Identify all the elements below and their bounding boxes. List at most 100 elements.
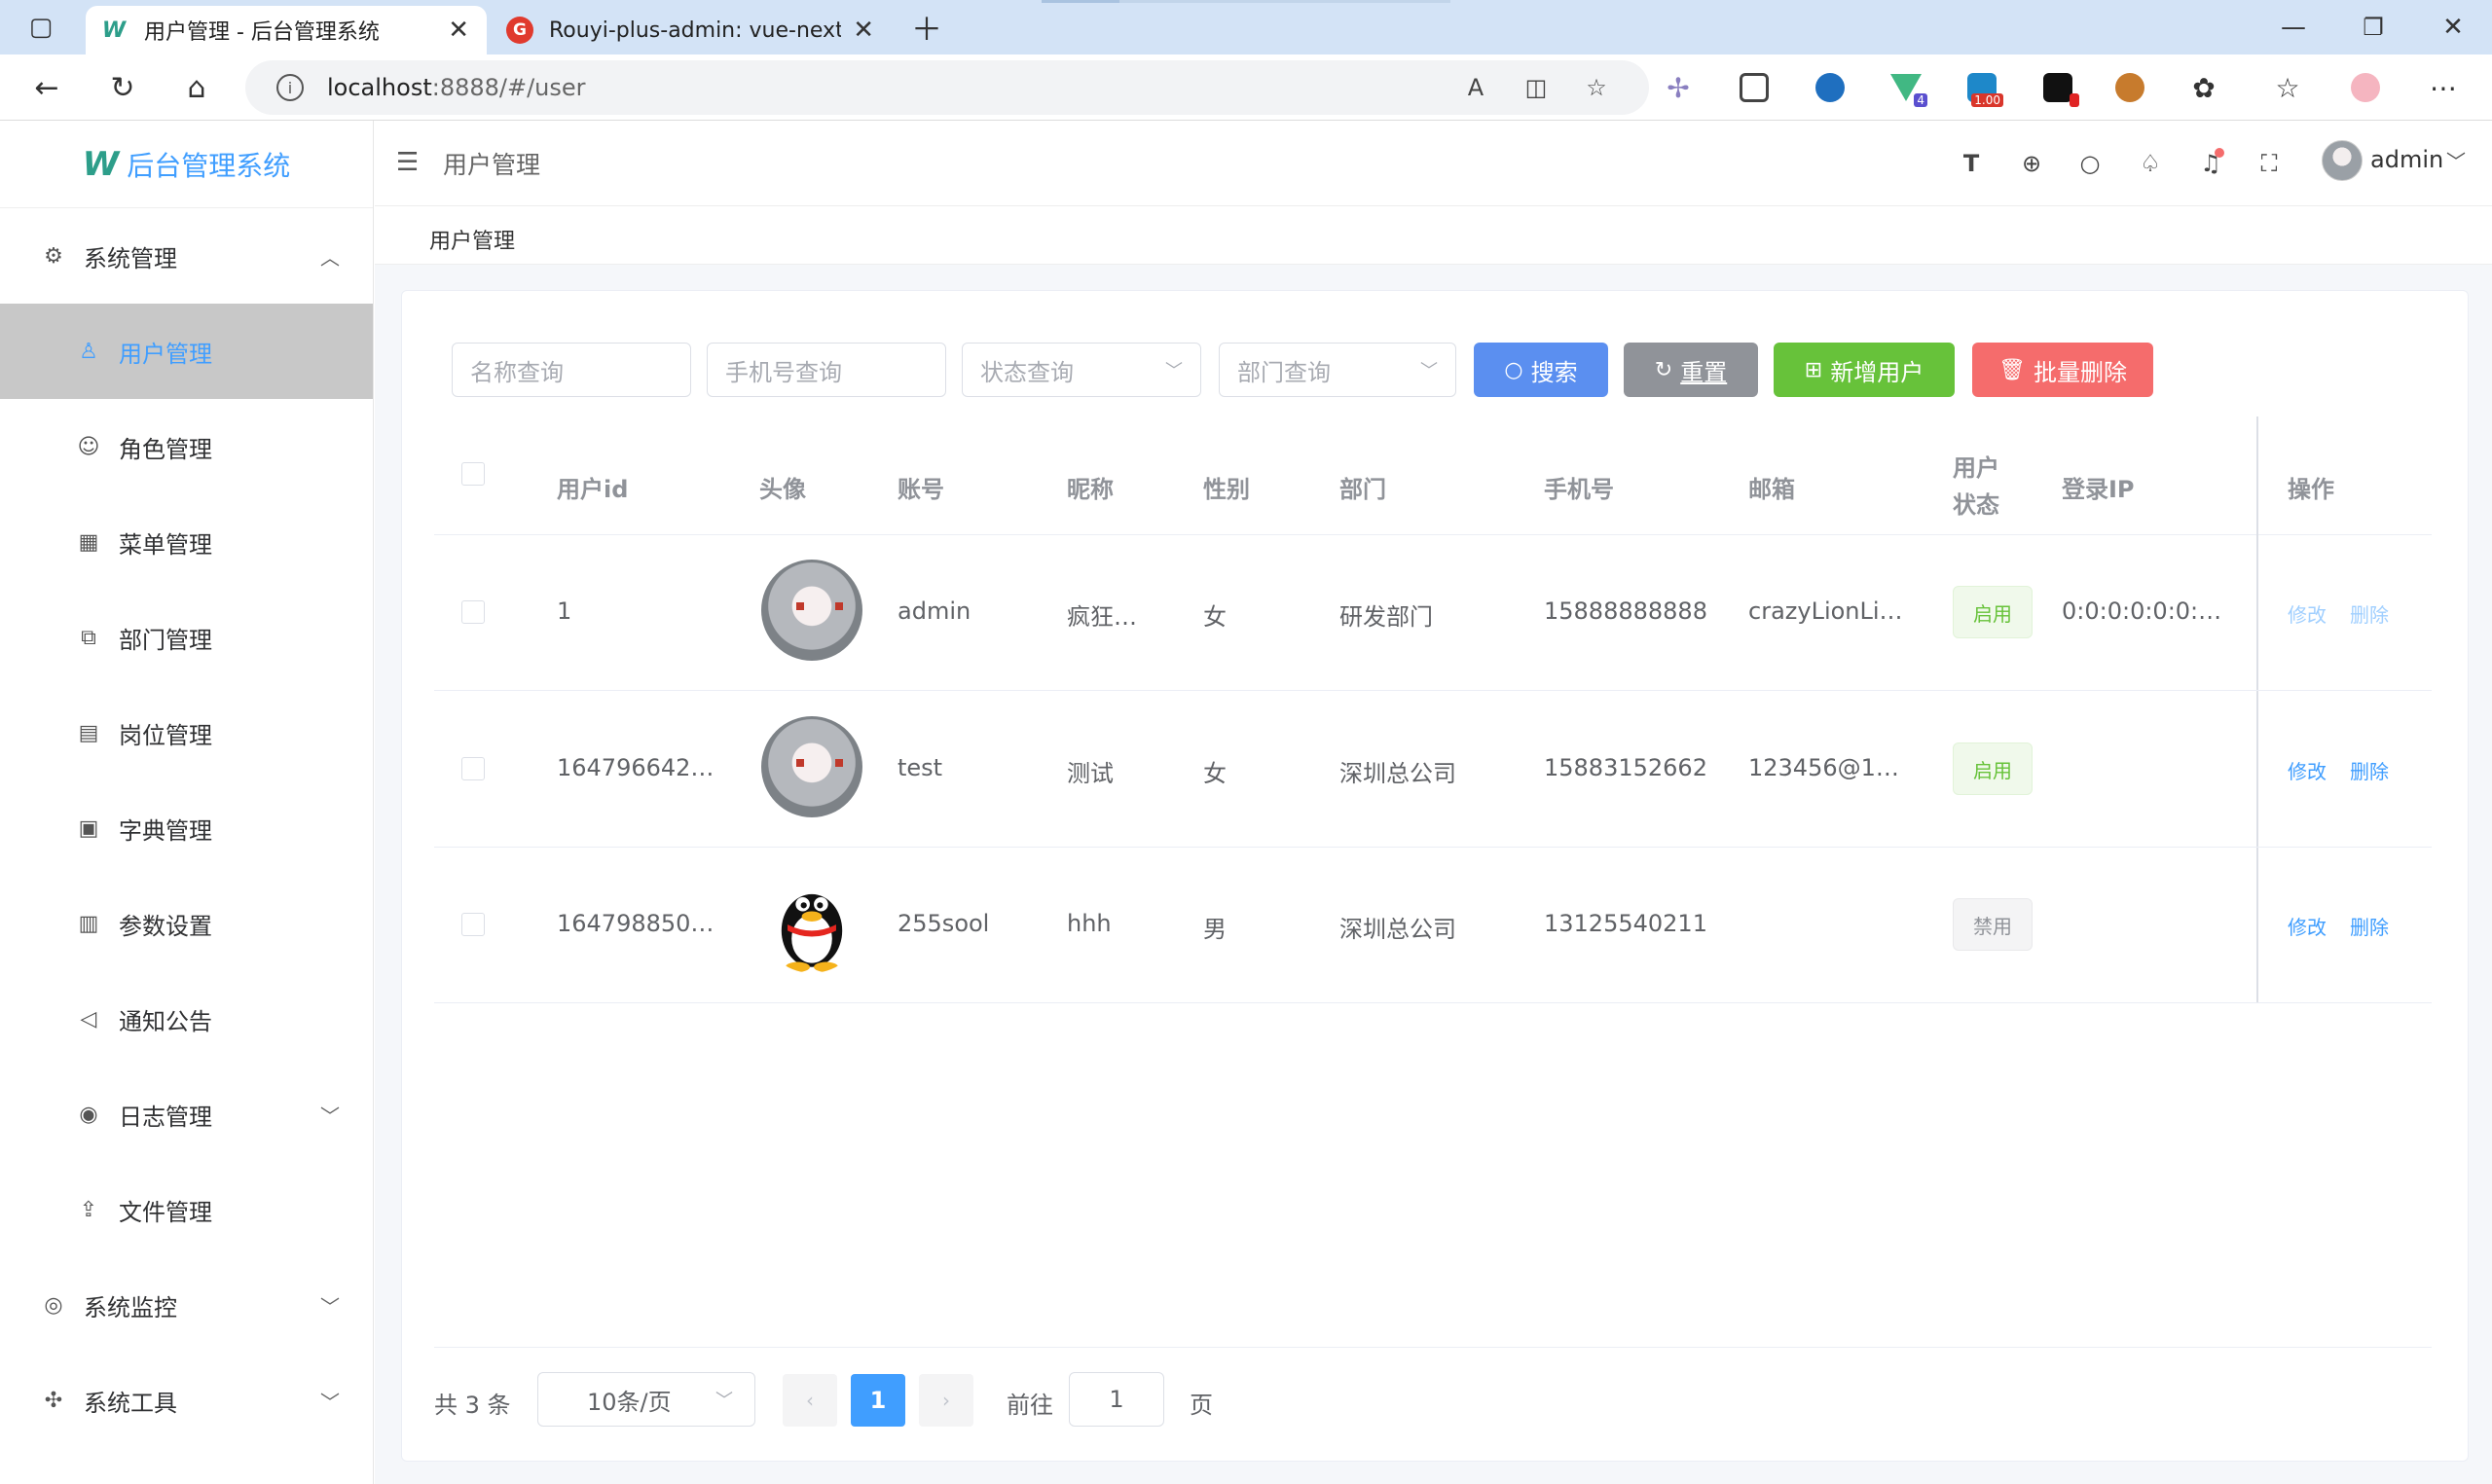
avatar (761, 560, 862, 661)
trash-icon: 🗑 (1998, 357, 2026, 382)
browser-tab-active[interactable]: W 用户管理 - 后台管理系统 ✕ (86, 6, 487, 54)
cell-dept: 研发部门 (1339, 603, 1433, 631)
prev-page-button[interactable]: ‹ (783, 1374, 837, 1427)
row-checkbox[interactable] (461, 757, 485, 780)
page-number-button[interactable]: 1 (851, 1374, 905, 1427)
delete-button[interactable]: 删除 (2350, 756, 2389, 784)
row-checkbox[interactable] (461, 913, 485, 936)
sidebar-item[interactable]: ⚙ 系统管理 ︿ (0, 208, 373, 304)
screen-extension-icon[interactable] (2036, 66, 2079, 109)
home-icon[interactable]: ⌂ (177, 54, 216, 121)
batch-delete-button[interactable]: 🗑 批量删除 (1972, 343, 2153, 397)
close-window-icon[interactable]: ✕ (2434, 0, 2473, 54)
vue-devtools-icon[interactable]: 4 (1885, 66, 1927, 109)
page-size-select[interactable]: 10条/页 ﹀ (537, 1372, 755, 1427)
back-icon[interactable]: ← (27, 54, 66, 121)
split-screen-icon[interactable]: ◫ (1517, 60, 1556, 115)
reload-icon[interactable]: ↻ (103, 54, 142, 121)
select-all-checkbox[interactable] (461, 462, 485, 486)
refresh-icon: ↻ (1654, 357, 1673, 382)
site-info-icon[interactable]: i (276, 74, 304, 101)
sidebar-item[interactable]: ▥ 参数设置 (0, 876, 373, 971)
reset-button[interactable]: ↻ 重置 (1624, 343, 1758, 397)
post-icon: ▤ (78, 720, 99, 745)
next-page-button[interactable]: › (919, 1374, 973, 1427)
col-nickname: 昵称 (1067, 475, 1114, 503)
sidebar-item-label: 字典管理 (119, 816, 212, 845)
sidebar-item[interactable]: ◎ 系统监控 ﹀ (0, 1257, 373, 1353)
app-logo[interactable]: W 后台管理系统 (0, 121, 373, 208)
qq-penguin-icon (781, 893, 843, 972)
bell-icon[interactable]: ♫ (2191, 142, 2230, 185)
breadcrumb[interactable]: 用户管理 (443, 146, 540, 181)
username[interactable]: admin (2370, 146, 2443, 173)
phone-search-input[interactable]: 手机号查询 (707, 343, 946, 397)
name-search-input[interactable]: 名称查询 (452, 343, 691, 397)
user-avatar[interactable] (2322, 140, 2363, 181)
extensions-icon[interactable]: ✿ (2182, 66, 2225, 109)
add-user-button[interactable]: ⊞ 新增用户 (1774, 343, 1955, 397)
sidebar-item[interactable]: ◉ 日志管理 ﹀ (0, 1067, 373, 1162)
maximize-icon[interactable]: ❐ (2354, 0, 2393, 54)
table-divider (434, 1002, 2432, 1003)
goto-label: 前往 (1007, 1392, 1053, 1419)
monitor-icon: ◎ (44, 1292, 63, 1318)
edit-button[interactable]: 修改 (2288, 912, 2327, 940)
chevron-down-icon[interactable]: ﹀ (2446, 146, 2466, 174)
address-bar[interactable]: i localhost:8888/#/user A ◫ ☆ (245, 60, 1649, 115)
sidebar-item[interactable]: ♙ 用户管理 (0, 304, 373, 399)
status-select[interactable]: 状态查询 ﹀ (962, 343, 1201, 397)
edit-button[interactable]: 修改 (2288, 599, 2327, 628)
tag-user-management[interactable]: 用户管理 (429, 224, 515, 255)
new-tab-icon[interactable]: ＋ (907, 0, 946, 54)
tab-title: Rouyi-plus-admin: vue-next-adm (549, 18, 841, 43)
sidebar-item[interactable]: ⇪ 文件管理 (0, 1162, 373, 1257)
url-text[interactable]: localhost:8888/#/user (327, 74, 586, 101)
cell-nickname: 疯狂… (1067, 603, 1137, 631)
goto-page-input[interactable]: 1 (1069, 1372, 1164, 1427)
favorite-add-icon[interactable]: ☆ (1577, 60, 1616, 115)
font-size-icon[interactable]: T (1952, 142, 1991, 185)
theme-skin-icon[interactable]: ♤ (2131, 142, 2170, 185)
language-icon[interactable]: ⊕ (2012, 142, 2051, 185)
browser-tab[interactable]: G Rouyi-plus-admin: vue-next-adm ✕ (493, 6, 886, 54)
page-suffix-label: 页 (1190, 1392, 1213, 1419)
fullscreen-icon[interactable]: ⛶ (2250, 142, 2289, 185)
collapse-menu-icon[interactable]: ☰ (396, 148, 419, 177)
edit-button[interactable]: 修改 (2288, 756, 2327, 784)
search-button[interactable]: ○ 搜索 (1474, 343, 1608, 397)
search-icon[interactable]: ○ (2071, 142, 2109, 185)
row-checkbox[interactable] (461, 600, 485, 624)
minimize-icon[interactable]: — (2274, 0, 2313, 54)
extension-icon[interactable]: ✢ (1657, 66, 1700, 109)
dept-select[interactable]: 部门查询 ﹀ (1219, 343, 1456, 397)
close-tab-icon[interactable]: ✕ (448, 16, 469, 45)
chevron-down-icon: ﹀ (1165, 361, 1183, 381)
sidebar-item[interactable]: ✣ 系统工具 ﹀ (0, 1353, 373, 1448)
cell-email: crazyLionLi… (1748, 597, 1903, 625)
sidebar-item[interactable]: ☺ 角色管理 (0, 399, 373, 494)
read-aloud-icon[interactable]: A (1456, 60, 1495, 115)
chevron-down-icon: ﹀ (320, 1104, 340, 1128)
download-extension-icon[interactable] (1809, 66, 1851, 109)
speed-extension-icon[interactable]: 1.00 (1961, 66, 2003, 109)
sidebar-item[interactable]: ▦ 菜单管理 (0, 494, 373, 590)
sidebar-item[interactable]: ▣ 字典管理 (0, 780, 373, 876)
favorites-icon[interactable]: ☆ (2266, 66, 2309, 109)
more-options-icon[interactable]: ⋯ (2422, 66, 2465, 109)
delete-button[interactable]: 删除 (2350, 912, 2389, 940)
sidebar-toggle-icon[interactable]: ▢ (21, 0, 60, 54)
config-icon: ▥ (78, 911, 99, 936)
sidebar-item[interactable]: ◁ 通知公告 (0, 971, 373, 1067)
pagination-total: 共 3 条 (434, 1392, 511, 1419)
sidebar-item[interactable]: ▤ 岗位管理 (0, 685, 373, 780)
profile-avatar-icon[interactable] (2344, 66, 2387, 109)
pagination-divider (434, 1347, 2432, 1348)
close-tab-icon[interactable]: ✕ (853, 16, 874, 45)
upload-icon: ⇪ (79, 1197, 98, 1222)
collections-icon[interactable] (1733, 66, 1776, 109)
sidebar-item[interactable]: ⧉ 部门管理 (0, 590, 373, 685)
tampermonkey-icon[interactable] (2108, 66, 2151, 109)
delete-button[interactable]: 删除 (2350, 599, 2389, 628)
col-actions: 操作 (2288, 475, 2334, 503)
